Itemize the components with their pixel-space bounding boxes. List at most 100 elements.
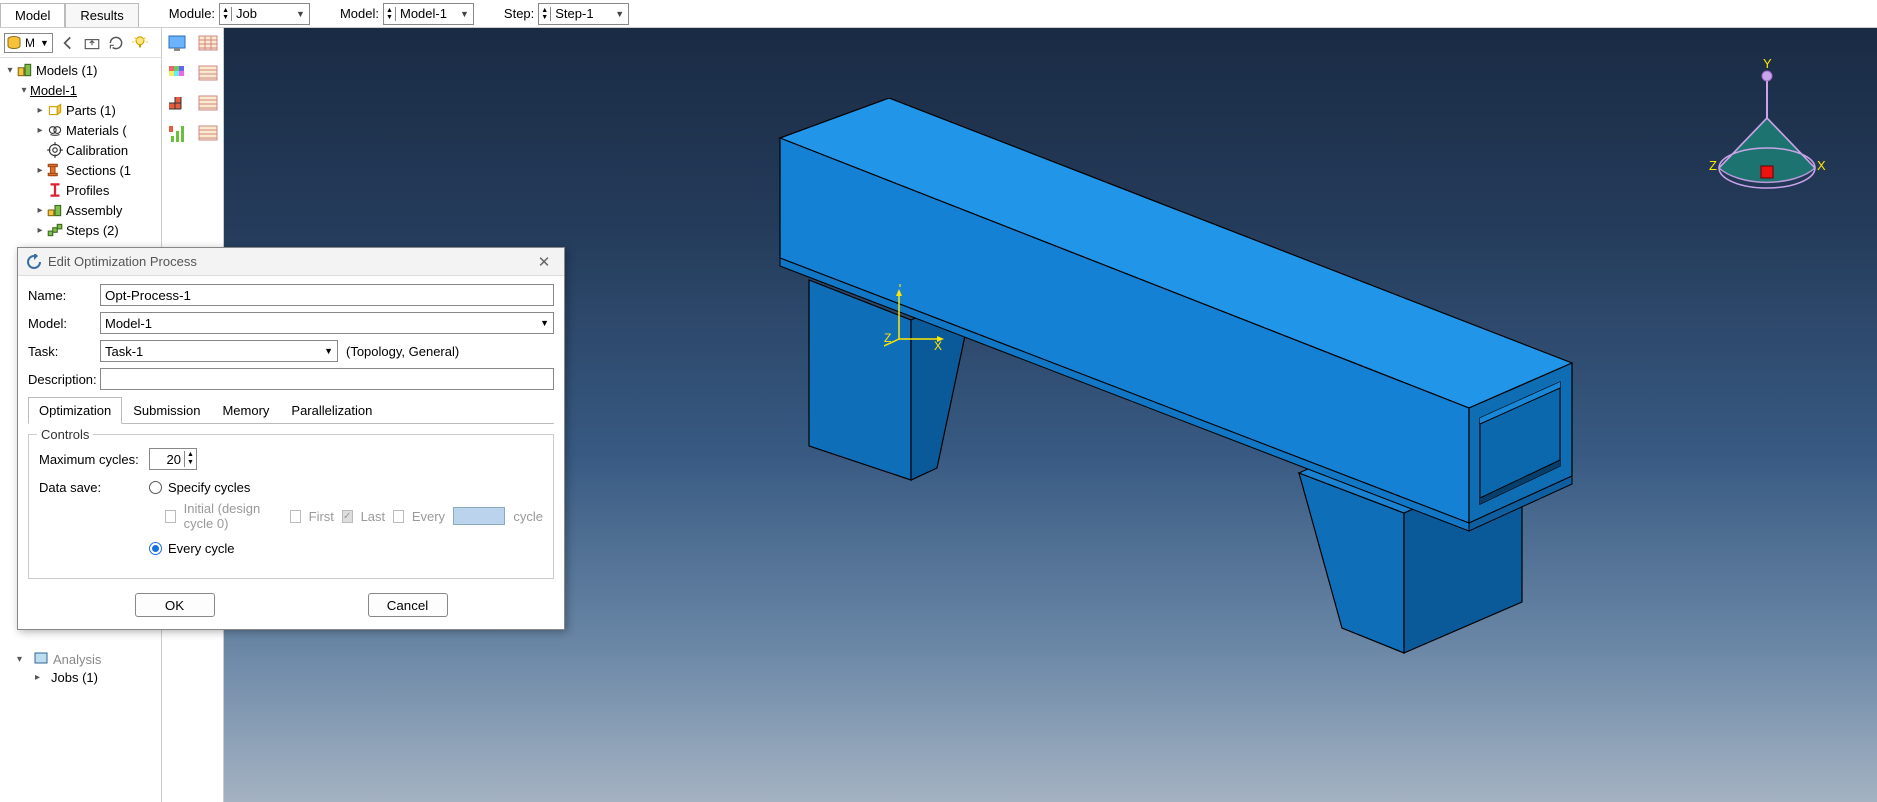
- ok-button[interactable]: OK: [135, 593, 215, 617]
- task-type-note: (Topology, General): [346, 344, 459, 359]
- chevron-down-icon: ▼: [37, 38, 52, 48]
- every-n-field: [453, 507, 505, 525]
- expand-icon[interactable]: ▸: [34, 125, 46, 136]
- job-monitor-icon[interactable]: [165, 32, 191, 56]
- chevron-down-icon: ▼: [611, 9, 628, 19]
- tree-materials[interactable]: ▸ Materials (: [0, 120, 161, 140]
- description-input[interactable]: [100, 368, 554, 390]
- specify-cycles-options: Initial (design cycle 0) First Last Ever…: [165, 501, 543, 531]
- model-select[interactable]: Model-1 ▼: [100, 312, 554, 334]
- module-label: Module:: [169, 6, 215, 21]
- spin-up-icon[interactable]: ▲: [384, 7, 395, 14]
- every-label: Every: [412, 509, 445, 524]
- model-render: [614, 98, 1664, 678]
- dialog-title: Edit Optimization Process: [48, 254, 532, 269]
- max-cycles-label: Maximum cycles:: [39, 452, 149, 467]
- optimization-icon[interactable]: [165, 122, 191, 146]
- table-tool-icon[interactable]: [195, 62, 221, 86]
- tree-filter-combo[interactable]: M ▼: [4, 33, 53, 53]
- spin-up-icon[interactable]: ▲: [539, 7, 550, 14]
- tree-calibration[interactable]: ▸ Calibration: [0, 140, 161, 160]
- models-icon: [16, 62, 34, 78]
- tree-steps[interactable]: ▸ Steps (2): [0, 220, 161, 240]
- svg-text:Y: Y: [1763, 58, 1772, 71]
- chevron-down-icon: ▼: [292, 9, 309, 19]
- tab-model[interactable]: Model: [0, 3, 65, 27]
- task-select[interactable]: Task-1 ▼: [100, 340, 338, 362]
- tab-parallelization[interactable]: Parallelization: [280, 397, 383, 424]
- tree-model-1[interactable]: ▾ Model-1: [0, 80, 161, 100]
- step-selector[interactable]: ▲▼ Step-1 ▼: [538, 3, 629, 25]
- dialog-titlebar[interactable]: Edit Optimization Process ✕: [18, 248, 564, 276]
- refresh-icon[interactable]: [107, 34, 125, 52]
- sections-icon: [46, 162, 64, 178]
- radio-every-cycle[interactable]: Every cycle: [149, 541, 234, 556]
- tree-models-root[interactable]: ▾ Models (1): [0, 60, 161, 80]
- expand-icon[interactable]: ▸: [34, 205, 46, 216]
- name-input[interactable]: [100, 284, 554, 306]
- tab-results[interactable]: Results: [65, 3, 138, 27]
- svg-text:Z: Z: [1709, 158, 1717, 173]
- tree-profiles[interactable]: ▸ Profiles: [0, 180, 161, 200]
- cycle-suffix-label: cycle: [513, 509, 543, 524]
- max-cycles-stepper[interactable]: ▲▼: [149, 448, 197, 470]
- job-manager-icon[interactable]: [195, 32, 221, 56]
- collapse-icon[interactable]: ▾: [4, 65, 16, 76]
- top-bar: Model Results Module: ▲▼ Job ▼ Model: ▲▼…: [0, 0, 1877, 28]
- close-icon[interactable]: ✕: [532, 253, 556, 271]
- chevron-down-icon: ▼: [540, 318, 549, 328]
- spin-down-icon[interactable]: ▼: [384, 14, 395, 21]
- assembly-icon: [46, 202, 64, 218]
- materials-icon: [46, 122, 64, 138]
- tab-memory[interactable]: Memory: [211, 397, 280, 424]
- spin-down-icon[interactable]: ▼: [220, 14, 231, 21]
- expand-icon[interactable]: ▸: [34, 165, 46, 176]
- checkbox-last: [342, 510, 353, 523]
- tree-toolbar: M ▼: [0, 28, 161, 58]
- tree-assembly[interactable]: ▸ Assembly: [0, 200, 161, 220]
- table2-tool-icon[interactable]: [195, 92, 221, 116]
- expand-icon[interactable]: ▸: [34, 105, 46, 116]
- tree-analysis[interactable]: ▾ Analysis: [17, 650, 101, 668]
- model-field-label: Model:: [28, 316, 100, 331]
- spin-down-icon[interactable]: ▼: [185, 459, 196, 467]
- controls-group: Controls Maximum cycles: ▲▼ Data save: S…: [28, 434, 554, 579]
- view-compass[interactable]: Y X Z: [1707, 58, 1827, 218]
- spin-up-icon[interactable]: ▲: [185, 451, 196, 459]
- steps-icon: [46, 222, 64, 238]
- hint-icon[interactable]: [131, 34, 149, 52]
- expand-icon[interactable]: ▸: [34, 225, 46, 236]
- checkbox-every: [393, 510, 404, 523]
- database-icon: [5, 35, 23, 51]
- step-label: Step:: [504, 6, 534, 21]
- folder-up-icon[interactable]: [83, 34, 101, 52]
- controls-legend: Controls: [37, 427, 93, 442]
- tree-sections[interactable]: ▸ Sections (1: [0, 160, 161, 180]
- tab-optimization[interactable]: Optimization: [28, 397, 122, 424]
- nav-back-icon[interactable]: [59, 34, 77, 52]
- radio-specify-cycles[interactable]: Specify cycles: [149, 480, 250, 495]
- model-selector[interactable]: ▲▼ Model-1 ▼: [383, 3, 474, 25]
- max-cycles-input[interactable]: [150, 449, 184, 469]
- data-save-label: Data save:: [39, 480, 149, 495]
- edit-optimization-dialog: Edit Optimization Process ✕ Name: Model:…: [17, 247, 565, 630]
- last-label: Last: [361, 509, 386, 524]
- tab-submission[interactable]: Submission: [122, 397, 211, 424]
- target-icon: [46, 142, 64, 158]
- spin-down-icon[interactable]: ▼: [539, 14, 550, 21]
- spin-up-icon[interactable]: ▲: [220, 7, 231, 14]
- model-label: Model:: [340, 6, 379, 21]
- module-selector[interactable]: ▲▼ Job ▼: [219, 3, 310, 25]
- parts-icon: [46, 102, 64, 118]
- analysis-icon: [33, 650, 49, 669]
- mesh-element-icon[interactable]: [165, 92, 191, 116]
- collapse-icon[interactable]: ▾: [18, 85, 30, 96]
- cancel-button[interactable]: Cancel: [368, 593, 448, 617]
- mesh-colors-icon[interactable]: [165, 62, 191, 86]
- tree-jobs[interactable]: ▸ Jobs (1): [17, 668, 101, 686]
- dialog-tabs: Optimization Submission Memory Paralleli…: [28, 396, 554, 424]
- table3-tool-icon[interactable]: [195, 122, 221, 146]
- tree-parts[interactable]: ▸ Parts (1): [0, 100, 161, 120]
- task-label: Task:: [28, 344, 100, 359]
- svg-text:X: X: [1817, 158, 1826, 173]
